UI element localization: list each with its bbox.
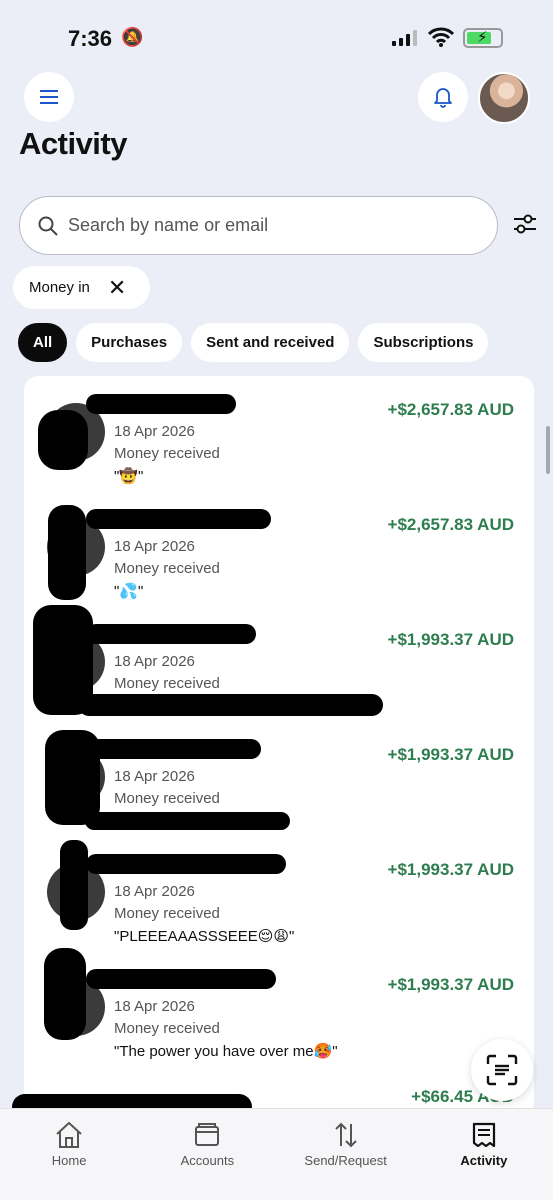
filter-settings-icon[interactable] [512,211,538,237]
transaction-type: Money received [114,445,220,462]
redaction-mark [60,840,88,930]
search-icon [38,216,58,236]
nav-activity[interactable]: Activity [415,1109,553,1200]
transaction-type: Money received [114,560,220,577]
receipt-icon [472,1122,495,1148]
nav-accounts[interactable]: Accounts [138,1109,276,1200]
transaction-date: 18 Apr 2026 [114,538,195,555]
silent-mode-icon: 🔕 [121,27,144,47]
page-title: Activity [19,126,127,161]
notifications-button[interactable] [418,72,468,122]
wallet-icon [195,1123,220,1146]
redacted-name [86,969,276,989]
redaction-mark [48,505,86,600]
transaction-amount: +$2,657.83 AUD [387,515,514,534]
profile-avatar[interactable] [478,72,530,124]
scan-icon [486,1054,518,1086]
nav-label: Activity [460,1153,508,1168]
transaction-row[interactable]: 18 Apr 2026 Money received "🤠" +$2,657.8… [24,376,534,491]
transaction-amount: +$1,993.37 AUD [387,975,514,994]
transaction-amount: +$1,993.37 AUD [387,745,514,764]
menu-button[interactable] [24,72,74,122]
battery-icon: ⚡ [463,28,503,48]
tab-sent-and-received[interactable]: Sent and received [191,323,350,362]
transaction-type: Money received [114,790,220,807]
scan-button[interactable] [471,1039,533,1101]
close-icon[interactable]: ✕ [108,276,126,299]
bottom-nav: Home Accounts Send/Request Activity [0,1108,553,1200]
nav-label: Home [51,1153,87,1168]
redaction-mark [44,948,86,1040]
transfer-icon [334,1122,357,1148]
status-time: 7:36 [68,26,113,51]
redacted-name [86,394,236,414]
transaction-date: 18 Apr 2026 [114,423,195,440]
scrollbar[interactable] [546,426,550,474]
status-bar: 7:36 🔕 ⚡ [0,0,553,70]
home-icon [56,1121,82,1148]
active-filter-chip[interactable]: Money in ✕ [13,266,150,309]
transaction-date: 18 Apr 2026 [114,653,195,670]
transaction-type: Money received [114,905,220,922]
transaction-type: Money received [114,675,220,692]
redaction-mark [38,410,88,470]
transaction-note: "🤠" [114,468,144,485]
bell-icon [434,88,452,108]
transaction-type: Money received [114,1020,220,1037]
transaction-note: "💦" [114,583,144,600]
nav-label: Accounts [180,1153,235,1168]
transaction-amount: +$2,657.83 AUD [387,400,514,419]
redacted-name [86,624,256,644]
transaction-date: 18 Apr 2026 [114,883,195,900]
redaction-mark [85,812,290,830]
transaction-date: 18 Apr 2026 [114,998,195,1015]
search-input[interactable] [68,215,448,236]
tab-subscriptions[interactable]: Subscriptions [358,323,489,362]
redaction-mark [45,730,100,825]
hamburger-icon [40,90,58,104]
nav-home[interactable]: Home [0,1109,138,1200]
search-bar[interactable] [19,196,498,255]
transaction-date: 18 Apr 2026 [114,768,195,785]
wifi-icon [428,27,454,47]
nav-label: Send/Request [304,1153,387,1168]
redaction-mark [78,694,383,716]
transaction-amount: +$1,993.37 AUD [387,630,514,649]
active-filter-label: Money in [29,279,90,296]
filter-tabs: All Purchases Sent and received Subscrip… [18,323,489,362]
redacted-name [86,854,286,874]
tab-all[interactable]: All [18,323,68,362]
transaction-list: 18 Apr 2026 Money received "🤠" +$2,657.8… [24,376,534,1116]
transaction-row[interactable]: 18 Apr 2026 Money received "PLEEEAAASSSE… [24,836,534,951]
redacted-name [86,509,271,529]
transaction-row[interactable]: 18 Apr 2026 Money received "💦" +$2,657.8… [24,491,534,606]
transaction-row[interactable]: 18 Apr 2026 Money received "The power yo… [24,951,534,1066]
transaction-note: "PLEEEAAASSSEEE😌😩" [114,928,295,945]
redacted-name [86,739,261,759]
transaction-amount: +$1,993.37 AUD [387,860,514,879]
transaction-note: "The power you have over me🥵" [114,1043,338,1060]
nav-send-request[interactable]: Send/Request [277,1109,415,1200]
tab-purchases[interactable]: Purchases [76,323,183,362]
cellular-signal-icon [392,30,417,46]
